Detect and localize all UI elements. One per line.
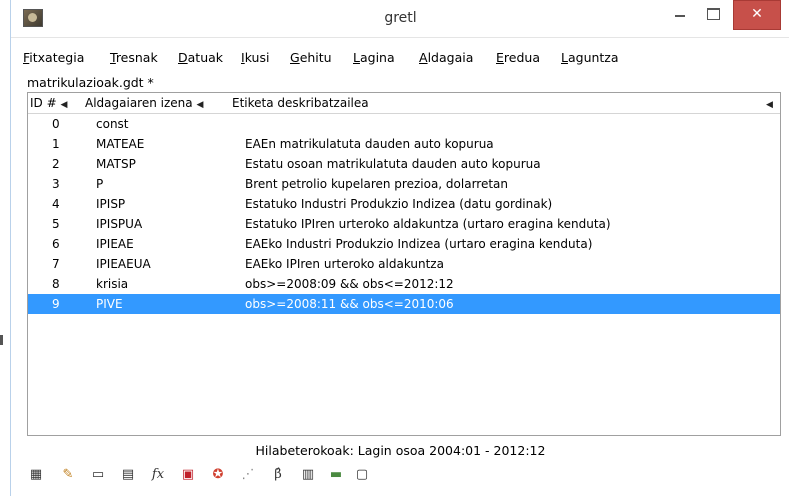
header-label[interactable]: Etiketa deskribatzailea [232,96,369,110]
row-description: EAEko IPIren urteroko aldakuntza [245,257,444,271]
table-row[interactable]: 2 MATSP Estatu osoan matrikulatuta dauden … [28,154,780,174]
calculator-icon[interactable]: ▦ [27,466,45,484]
help-icon[interactable]: ✪ [209,466,227,484]
table-row[interactable]: 8 krisia obs>=2008:09 && obs<=2012:12 [28,274,780,294]
dataset-filename: matrikulazioak.gdt * [27,75,154,90]
menu-lagina[interactable]: Lagina [353,50,395,65]
menu-gehitu[interactable]: Gehitu [290,50,332,65]
table-row[interactable]: 9 PIVE obs>=2008:11 && obs<=2010:06 [28,294,780,314]
row-description: EAEko Industri Produkzio Indizea (urtaro… [245,237,593,251]
title-bar: gretl ✕ [11,0,789,38]
variable-list[interactable]: ID # ◀ Aldagaiaren izena ◀ Etiketa deskr… [27,92,781,436]
table-row[interactable]: 7 IPIEAEUA EAEko IPIren urteroko aldakuntz… [28,254,780,274]
row-id: 7 [52,257,60,271]
row-description: Brent petrolio kupelaren prezioa, dolarr… [245,177,509,191]
row-id: 9 [52,297,60,311]
row-id: 0 [52,117,60,131]
row-id: 2 [52,157,60,171]
row-variable-name: IPIEAE [96,237,134,251]
header-id[interactable]: ID # ◀ [30,96,67,110]
scroll-left-arrow-icon[interactable]: ◀ [766,96,773,110]
maximize-button[interactable] [698,0,728,28]
bundle-icon[interactable]: ▥ [299,466,317,484]
row-id: 3 [52,177,60,191]
table-row[interactable]: 6 IPIEAE EAEko Industri Produkzio Indizea … [28,234,780,254]
menu-bar: Fitxategia Tresnak Datuak Ikusi Gehitu L… [11,46,789,68]
row-variable-name: IPIEAEUA [96,257,151,271]
row-variable-name: P [96,177,104,191]
row-description: EAEn matrikulatuta dauden auto kopurua [245,137,494,151]
sort-arrow-icon: ◀ [196,100,204,110]
row-description: Estatuko Industri Produkzio Indizea (dat… [245,197,553,211]
row-id: 8 [52,277,60,291]
close-button[interactable]: ✕ [733,0,781,30]
sort-arrow-icon: ◀ [60,100,68,110]
gretl-window: gretl ✕ Fitxategia Tresnak Datuak Ikusi … [10,0,789,496]
row-description: Estatuko IPIren urteroko aldakuntza (urt… [245,217,611,231]
row-variable-name: IPISPUA [96,217,143,231]
row-variable-name: MATSP [96,157,136,171]
menu-fitxategia[interactable]: Fitxategia [23,50,84,65]
status-bar: Hilabeterokoak: Lagin osoa 2004:01 - 201… [255,443,546,458]
table-row[interactable]: 5 IPISPUA Estatuko IPIren urteroko aldakun… [28,214,780,234]
header-name[interactable]: Aldagaiaren izena ◀ [85,96,203,110]
row-description: obs>=2008:11 && obs<=2010:06 [245,297,454,311]
terminal-icon[interactable]: ▭ [89,466,107,484]
side-edge-marker [0,335,3,345]
row-variable-name: IPISP [96,197,126,211]
scatter-plot-icon[interactable]: ⋰ [239,466,257,484]
menu-tresnak[interactable]: Tresnak [110,50,158,65]
table-row[interactable]: 0 const [28,114,780,134]
close-icon: ✕ [751,6,763,22]
table-row[interactable]: 4 IPISP Estatuko Industri Produkzio Indize… [28,194,780,214]
minimize-button[interactable] [665,0,695,28]
maximize-icon [706,8,720,20]
row-id: 6 [52,237,60,251]
session-icon[interactable]: ▤ [119,466,137,484]
row-id: 5 [52,217,60,231]
list-header: ID # ◀ Aldagaiaren izena ◀ Etiketa deskr… [28,93,780,114]
menu-laguntza[interactable]: Laguntza [561,50,619,65]
row-variable-name: krisia [96,277,129,291]
function-icon[interactable]: fx [149,466,167,484]
menu-eredua[interactable]: Eredua [496,50,540,65]
menu-datuak[interactable]: Datuak [178,50,223,65]
row-id: 1 [52,137,60,151]
beta-hat-icon[interactable]: β̂ [269,466,287,484]
minimize-icon [675,15,685,17]
pdf-icon[interactable]: ▣ [179,466,197,484]
row-description: obs>=2008:09 && obs<=2012:12 [245,277,454,291]
edit-script-icon[interactable]: ✎ [59,466,77,484]
table-row[interactable]: 1 MATEAE EAEn matrikulatuta dauden auto ko… [28,134,780,154]
row-variable-name: MATEAE [96,137,145,151]
row-variable-name: PIVE [96,297,123,311]
menu-aldagaia[interactable]: Aldagaia [419,50,473,65]
row-description: Estatu osoan matrikulatuta dauden auto k… [245,157,541,171]
menu-ikusi[interactable]: Ikusi [241,50,269,65]
row-variable-name: const [96,117,129,131]
folder-icon[interactable]: ▬ [327,466,345,484]
table-row[interactable]: 3 P Brent petrolio kupelaren prezioa, dola… [28,174,780,194]
windows-icon[interactable]: ▢ [353,466,371,484]
row-id: 4 [52,197,60,211]
